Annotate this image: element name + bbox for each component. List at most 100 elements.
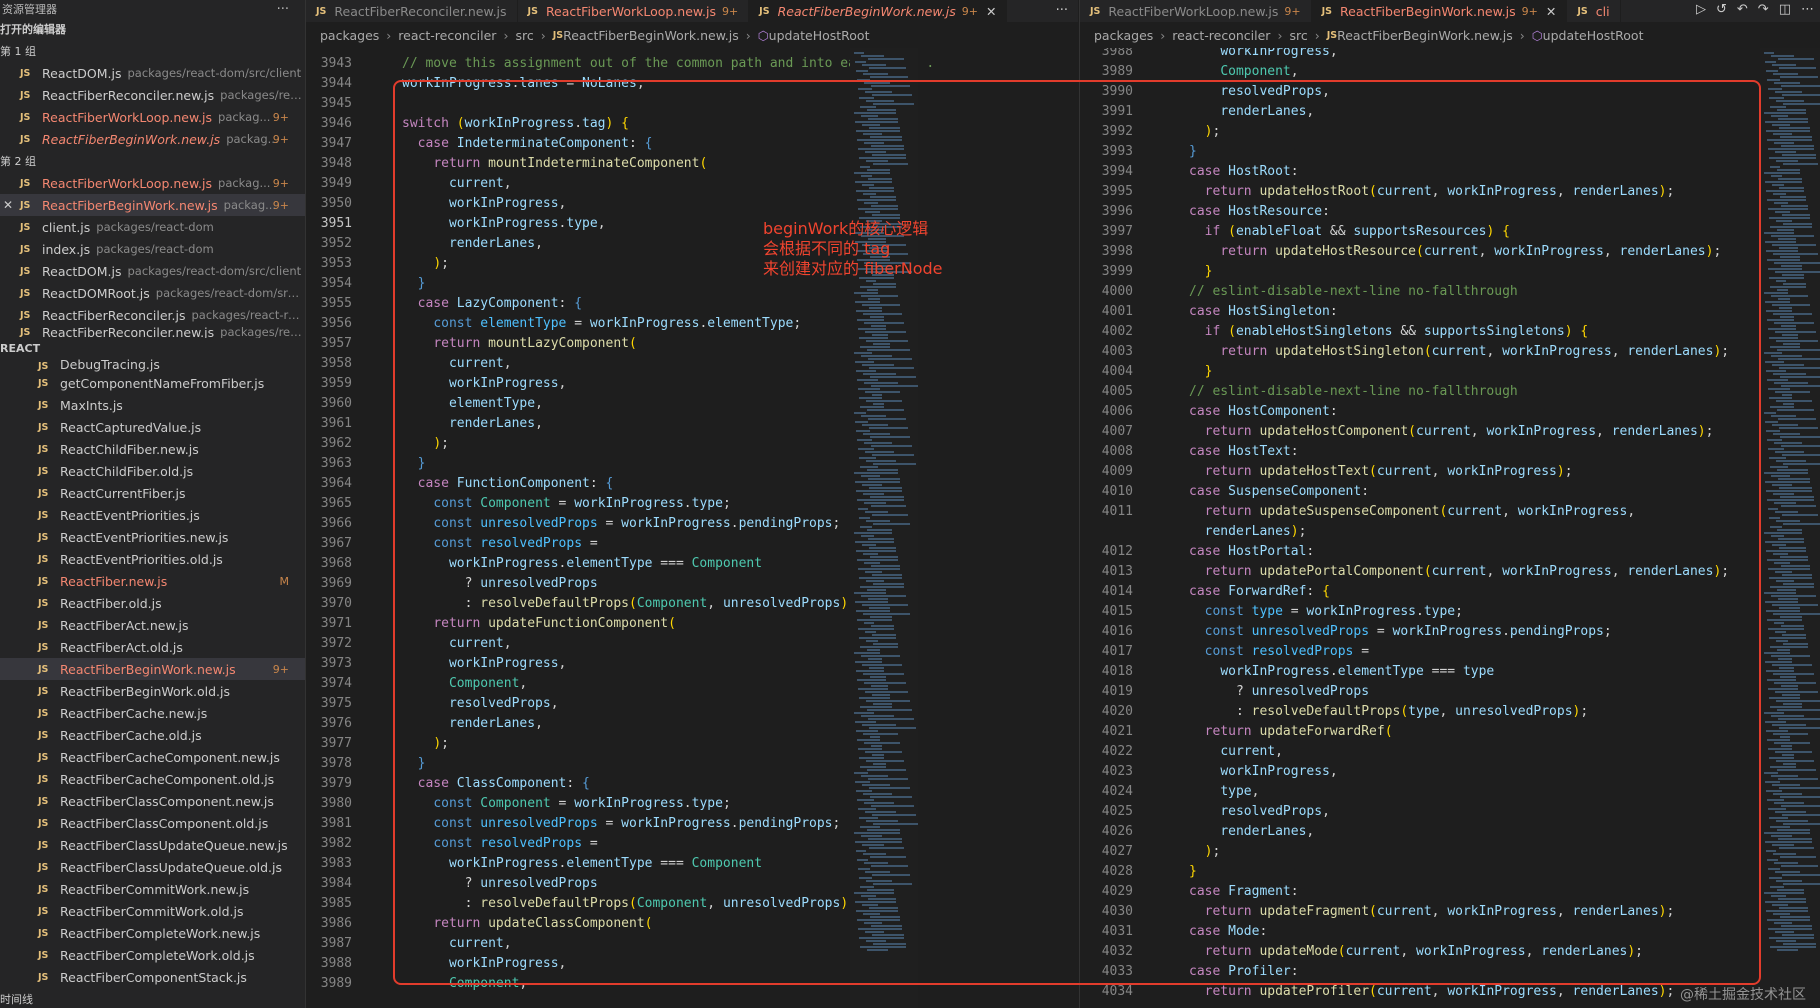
open-editors-section[interactable]: 打开的编辑器 bbox=[0, 18, 305, 40]
editor-tab[interactable]: JS ReactFiberBeginWork.new.js 9+ ✕ bbox=[1311, 0, 1568, 22]
line-number: 3962 bbox=[320, 436, 352, 451]
file-item[interactable]: JS ReactDOM.js packages/react-dom/src/clie… bbox=[0, 260, 305, 282]
tree-file-item[interactable]: JS ReactFiberAct.new.js bbox=[0, 614, 305, 636]
tree-file-item[interactable]: JS ReactChildFiber.new.js bbox=[0, 438, 305, 460]
minimap-line bbox=[1780, 616, 1802, 618]
close-icon[interactable]: ✕ bbox=[3, 198, 13, 212]
back-icon[interactable]: ↶ bbox=[1737, 2, 1748, 17]
problem-badge: 9+ bbox=[272, 176, 289, 190]
forward-icon[interactable]: ↷ bbox=[1758, 2, 1769, 17]
project-section[interactable]: REACT bbox=[0, 338, 305, 358]
tree-file-item[interactable]: JS ReactFiberComponentStack.js bbox=[0, 966, 305, 988]
tree-file-item[interactable]: JS ReactCapturedValue.js bbox=[0, 416, 305, 438]
history-icon[interactable]: ↺ bbox=[1716, 2, 1727, 17]
run-icon[interactable]: ▷ bbox=[1696, 2, 1706, 17]
line-number: 3948 bbox=[320, 156, 352, 171]
tree-file-item[interactable]: JS ReactEventPriorities.new.js bbox=[0, 526, 305, 548]
file-item[interactable]: ✕ JS ReactFiberBeginWork.new.js packag... 9+ bbox=[0, 194, 305, 216]
tree-file-item[interactable]: JS ReactFiber.new.js M bbox=[0, 570, 305, 592]
minimap-line bbox=[1781, 85, 1820, 87]
breadcrumb-item[interactable]: react-reconciler bbox=[1172, 28, 1270, 43]
minimap-line bbox=[1772, 64, 1796, 66]
tree-file-item[interactable]: JS ReactChildFiber.old.js bbox=[0, 460, 305, 482]
minimap-line bbox=[1764, 232, 1794, 234]
more-actions-icon[interactable]: ··· bbox=[277, 2, 305, 17]
breadcrumb-item[interactable]: ReactFiberBeginWork.new.js bbox=[1337, 28, 1513, 43]
tree-file-item[interactable]: JS ReactFiberCompleteWork.new.js bbox=[0, 922, 305, 944]
tree-file-item[interactable]: JS ReactFiber.old.js bbox=[0, 592, 305, 614]
tab-close-icon[interactable]: ✕ bbox=[1546, 4, 1556, 19]
breadcrumb-item[interactable]: updateHostRoot bbox=[1543, 28, 1644, 43]
minimap-line bbox=[1776, 940, 1796, 942]
line-numbers-left: 3943 3944 3945 3946 3947 3948 3949 3950 3951 3952… bbox=[306, 48, 352, 994]
breadcrumb-item[interactable]: src bbox=[515, 28, 533, 43]
breadcrumb-item[interactable]: src bbox=[1289, 28, 1307, 43]
tree-file-item[interactable]: JS ReactFiberBeginWork.new.js 9+ bbox=[0, 658, 305, 680]
more-icon[interactable]: ⋯ bbox=[1801, 2, 1814, 17]
file-item[interactable]: JS ReactFiberWorkLoop.new.js packag... 9+ bbox=[0, 172, 305, 194]
minimap-line bbox=[1773, 373, 1806, 375]
more-icon[interactable]: ··· bbox=[1056, 3, 1068, 18]
minimap-line bbox=[1776, 340, 1818, 342]
tree-file-item[interactable]: JS ReactFiberClassUpdateQueue.old.js bbox=[0, 856, 305, 878]
file-item[interactable]: JS client.js packages/react-dom bbox=[0, 216, 305, 238]
editor-tab[interactable]: JS ReactFiberWorkLoop.new.js 9+ bbox=[518, 0, 750, 22]
editor-tab[interactable]: JS ReactFiberReconciler.new.js bbox=[306, 0, 518, 22]
tree-file-item[interactable]: JS ReactFiberCacheComponent.new.js bbox=[0, 746, 305, 768]
breadcrumb-item[interactable]: ReactFiberBeginWork.new.js bbox=[563, 28, 739, 43]
split-icon[interactable]: ◫ bbox=[1779, 2, 1791, 17]
tree-file-item[interactable]: JS ReactFiberCacheComponent.old.js bbox=[0, 768, 305, 790]
minimap-line bbox=[1770, 526, 1782, 528]
file-item[interactable]: JS ReactFiberReconciler.js packages/react-… bbox=[0, 304, 305, 326]
tree-file-item[interactable]: JS ReactFiberClassUpdateQueue.new.js bbox=[0, 834, 305, 856]
editor-tab[interactable]: JS ReactFiberWorkLoop.new.js 9+ bbox=[1080, 0, 1312, 22]
line-number: 3976 bbox=[320, 716, 352, 731]
file-item[interactable]: JS ReactDOM.js packages/react-dom/src/clie… bbox=[0, 62, 305, 84]
tree-file-item[interactable]: JS ReactFiberCommitWork.new.js bbox=[0, 878, 305, 900]
minimap-line bbox=[1779, 667, 1794, 669]
breadcrumb-item[interactable]: packages bbox=[1094, 28, 1153, 43]
file-name: ReactEventPriorities.js bbox=[60, 507, 200, 523]
breadcrumb-item[interactable]: react-reconciler bbox=[398, 28, 496, 43]
file-path: packages/react-dom/src/client bbox=[127, 264, 302, 278]
tree-file-item[interactable]: JS ReactFiberCompleteWork.old.js bbox=[0, 944, 305, 966]
editor-tab[interactable]: JS ReactFiberBeginWork.new.js 9+ ✕ bbox=[749, 0, 1008, 22]
tree-file-item[interactable]: JS ReactFiberAct.old.js bbox=[0, 636, 305, 658]
tree-file-item[interactable]: JS ReactEventPriorities.old.js bbox=[0, 548, 305, 570]
tree-file-item[interactable]: JS ReactFiberBeginWork.old.js bbox=[0, 680, 305, 702]
file-item[interactable]: JS ReactFiberWorkLoop.new.js packag... 9+ bbox=[0, 106, 305, 128]
tree-file-item[interactable]: JS ReactFiberClassComponent.new.js bbox=[0, 790, 305, 812]
minimap-line bbox=[1777, 529, 1802, 531]
minimap-line bbox=[1767, 499, 1814, 501]
tab-close-icon[interactable]: ✕ bbox=[986, 4, 996, 19]
file-path: packages/react-dom bbox=[96, 220, 214, 234]
js-file-icon: JS bbox=[38, 861, 49, 873]
minimap-line bbox=[1775, 271, 1820, 273]
editor-tab[interactable]: JS cli bbox=[1567, 0, 1621, 22]
breadcrumb-item[interactable]: updateHostRoot bbox=[769, 28, 870, 43]
minimap-line bbox=[1764, 172, 1800, 174]
tree-file-item[interactable]: JS ReactEventPriorities.js bbox=[0, 504, 305, 526]
tree-file-item[interactable]: JS ReactFiberCommitWork.old.js bbox=[0, 900, 305, 922]
tree-file-item[interactable]: JS ReactFiberClassComponent.old.js bbox=[0, 812, 305, 834]
group-1-label[interactable]: 第 1 组 bbox=[0, 40, 305, 62]
tree-file-item[interactable]: JS ReactCurrentFiber.js bbox=[0, 482, 305, 504]
file-item[interactable]: JS ReactFiberBeginWork.new.js packag... 9+ bbox=[0, 128, 305, 150]
js-file-icon: JS bbox=[20, 199, 31, 211]
file-item[interactable]: JS ReactDOMRoot.js packages/react-dom/src/… bbox=[0, 282, 305, 304]
tree-file-item[interactable]: JS ReactFiberCache.old.js bbox=[0, 724, 305, 746]
minimap-line bbox=[1771, 235, 1814, 237]
timeline-section[interactable]: 时间线 bbox=[0, 990, 33, 1008]
file-item[interactable]: JS index.js packages/react-dom bbox=[0, 238, 305, 260]
tree-file-item[interactable]: JS getComponentNameFromFiber.js bbox=[0, 372, 305, 394]
group-2-label[interactable]: 第 2 组 bbox=[0, 150, 305, 172]
tree-file-item[interactable]: JS DebugTracing.js bbox=[0, 358, 305, 372]
file-item[interactable]: JS ReactFiberReconciler.new.js packages/re… bbox=[0, 84, 305, 106]
minimap-line bbox=[1781, 265, 1802, 267]
tree-file-item[interactable]: JS MaxInts.js bbox=[0, 394, 305, 416]
minimap-right[interactable] bbox=[1760, 48, 1820, 1008]
minimap-line bbox=[856, 70, 868, 72]
file-item[interactable]: JS ReactFiberReconciler.new.js packages/re… bbox=[0, 326, 305, 338]
breadcrumb-item[interactable]: packages bbox=[320, 28, 379, 43]
tree-file-item[interactable]: JS ReactFiberCache.new.js bbox=[0, 702, 305, 724]
